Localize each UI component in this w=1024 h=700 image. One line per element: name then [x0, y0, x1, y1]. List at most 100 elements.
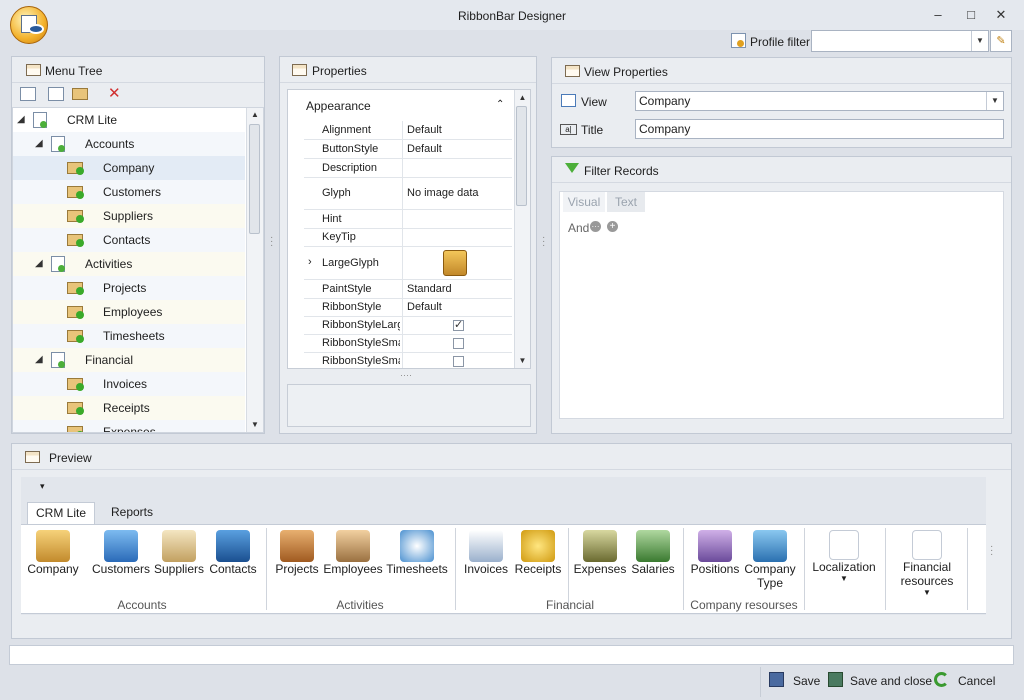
property-row[interactable]: › LargeGlyph: [304, 247, 512, 280]
property-row[interactable]: RibbonStyleSmall: [304, 353, 512, 368]
tree-node-receipts[interactable]: Receipts: [13, 396, 245, 420]
tree-node-suppliers[interactable]: Suppliers: [13, 204, 245, 228]
add-condition-icon[interactable]: +: [607, 221, 618, 232]
splitter-handle[interactable]: · · ·: [542, 233, 545, 251]
property-row[interactable]: RibbonStyle Default: [304, 299, 512, 317]
scroll-down-icon[interactable]: ▼: [515, 356, 530, 365]
ribbon-button-expenses[interactable]: Expenses: [572, 530, 628, 576]
title-icon: a|: [560, 124, 577, 135]
view-icon: [561, 94, 576, 107]
ribbon-button-localization[interactable]: Localization ▼: [810, 530, 878, 583]
category-appearance[interactable]: Appearance: [306, 99, 371, 113]
title-input[interactable]: Company: [635, 119, 1004, 139]
group-financial: Financial: [545, 598, 595, 612]
ribbon-button-company[interactable]: Company: [25, 530, 81, 576]
tab-visual[interactable]: Visual: [563, 192, 605, 212]
receipts-icon: [521, 530, 555, 562]
scroll-up-icon[interactable]: ▲: [247, 110, 263, 119]
property-row[interactable]: RibbonStyleLarge: [304, 317, 512, 335]
add-subgroup-icon[interactable]: [48, 87, 64, 101]
tree-node-company[interactable]: Company: [13, 156, 245, 180]
minimize-icon[interactable]: –: [928, 6, 948, 24]
tab-reports[interactable]: Reports: [107, 505, 157, 519]
tree-node-customers[interactable]: Customers: [13, 180, 245, 204]
group-activities: Activities: [336, 598, 384, 612]
tree-node-timesheets[interactable]: Timesheets: [13, 324, 245, 348]
tree-node-financial[interactable]: ◢ Financial: [13, 348, 245, 372]
status-field[interactable]: [9, 645, 1014, 665]
scroll-thumb[interactable]: [516, 106, 527, 206]
view-combo[interactable]: Company ▼: [635, 91, 1004, 111]
close-icon[interactable]: ✕: [991, 6, 1011, 24]
maximize-icon[interactable]: □: [961, 6, 981, 24]
tree-node-projects[interactable]: Projects: [13, 276, 245, 300]
tree-node-accounts[interactable]: ◢ Accounts: [13, 132, 245, 156]
ribbon-style-small-checkbox[interactable]: [453, 356, 464, 367]
ribbon-button-customers[interactable]: Customers: [91, 530, 151, 576]
delete-icon[interactable]: ✕: [108, 84, 121, 102]
splitter-handle[interactable]: · · ·: [270, 233, 273, 251]
ribbon-button-receipts[interactable]: Receipts: [512, 530, 564, 576]
expand-icon[interactable]: ◢: [35, 252, 43, 276]
ribbon-button-financial-resources[interactable]: Financial resources ▼: [890, 530, 964, 597]
chevron-down-icon[interactable]: ▼: [986, 92, 1003, 110]
item-icon: [67, 402, 84, 415]
property-row[interactable]: Glyph No image data: [304, 178, 512, 210]
tree-node-crm-lite[interactable]: ◢ CRM Lite: [13, 108, 245, 132]
expand-icon[interactable]: ◢: [17, 108, 25, 132]
menu-tree[interactable]: ◢ CRM Lite ◢ Accounts Company Customers …: [12, 107, 264, 433]
chevron-down-icon[interactable]: ▼: [971, 31, 988, 51]
expenses-icon: [583, 530, 617, 562]
property-scrollbar[interactable]: ▲ ▼: [514, 90, 530, 368]
add-group-icon[interactable]: [20, 87, 36, 101]
scroll-thumb[interactable]: [249, 124, 260, 234]
expand-icon[interactable]: ◢: [35, 348, 43, 372]
filter-editor[interactable]: [559, 191, 1004, 419]
ribbon-button-contacts[interactable]: Contacts: [205, 530, 261, 576]
property-grid[interactable]: Appearance ⌃ Alignment Default ButtonStyl…: [287, 89, 531, 369]
ribbon-style-large-checkbox[interactable]: [453, 318, 464, 331]
property-row[interactable]: Hint: [304, 210, 512, 229]
tree-node-invoices[interactable]: Invoices: [13, 372, 245, 396]
item-icon: [67, 378, 84, 391]
tab-crm-lite[interactable]: CRM Lite: [27, 502, 95, 524]
add-item-icon[interactable]: [72, 88, 88, 100]
more-icon[interactable]: · · ·: [990, 542, 993, 560]
property-row[interactable]: RibbonStyleSmall: [304, 335, 512, 353]
ribbon-button-positions[interactable]: Positions: [688, 530, 742, 576]
ribbon-button-projects[interactable]: Projects: [270, 530, 324, 576]
splitter-handle[interactable]: ····: [400, 370, 412, 380]
property-row[interactable]: KeyTip: [304, 229, 512, 247]
dropdown-arrow-icon: ▼: [840, 574, 848, 583]
expand-icon[interactable]: ◢: [35, 132, 43, 156]
ribbon-button-suppliers[interactable]: Suppliers: [152, 530, 206, 576]
ribbon-button-invoices[interactable]: Invoices: [462, 530, 510, 576]
property-row[interactable]: Alignment Default: [304, 121, 512, 140]
tab-text[interactable]: Text: [607, 192, 645, 212]
property-row[interactable]: ButtonStyle Default: [304, 140, 512, 159]
condition-menu-icon[interactable]: ···: [590, 221, 601, 232]
expand-icon[interactable]: ›: [308, 256, 312, 268]
tree-node-expenses[interactable]: Expenses: [13, 420, 245, 432]
ribbon-style-small-checkbox[interactable]: [453, 338, 464, 349]
filter-condition[interactable]: And: [568, 221, 589, 235]
scroll-up-icon[interactable]: ▲: [515, 93, 530, 102]
window-title: RibbonBar Designer: [457, 9, 567, 23]
collapse-icon[interactable]: ⌃: [496, 99, 504, 110]
tree-node-employees[interactable]: Employees: [13, 300, 245, 324]
property-row[interactable]: Description: [304, 159, 512, 178]
tree-node-contacts[interactable]: Contacts: [13, 228, 245, 252]
ribbon-button-salaries[interactable]: Salaries: [628, 530, 678, 576]
tree-scrollbar[interactable]: ▲ ▼: [246, 108, 263, 432]
profile-filter-combo[interactable]: ▼: [811, 30, 989, 52]
clear-filter-button[interactable]: ✎: [990, 30, 1012, 52]
tree-node-activities[interactable]: ◢ Activities: [13, 252, 245, 276]
company-icon: [443, 250, 467, 276]
scroll-down-icon[interactable]: ▼: [247, 420, 263, 429]
quick-access-toolbar-icon[interactable]: ▾: [40, 481, 45, 492]
ribbon-button-employees[interactable]: Employees: [323, 530, 383, 576]
ribbon-button-timesheets[interactable]: Timesheets: [385, 530, 449, 576]
preview-panel: Preview ▾ CRM Lite Reports Company Custo…: [11, 443, 1012, 639]
ribbon-button-company-type[interactable]: Company Type: [742, 530, 798, 590]
property-row[interactable]: PaintStyle Standard: [304, 280, 512, 299]
